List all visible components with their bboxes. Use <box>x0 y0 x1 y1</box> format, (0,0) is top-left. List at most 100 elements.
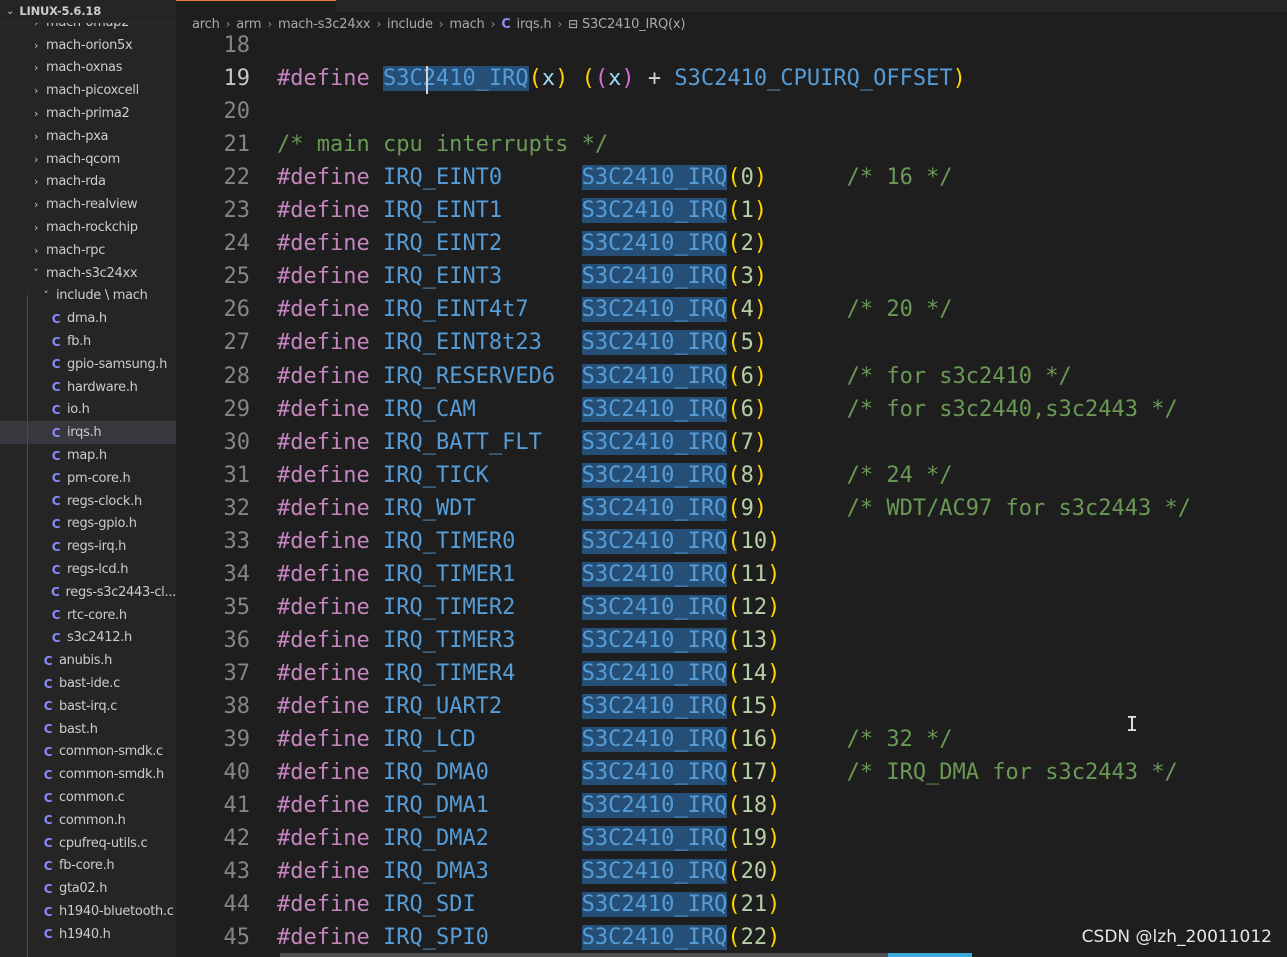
chevron-down-icon: ˅ <box>43 289 49 303</box>
keyword-define: #define <box>277 363 383 389</box>
folder-item[interactable]: › mach-realview <box>0 193 176 216</box>
code-line[interactable]: 31 #define IRQ_TICK S3C2410_IRQ(8) /* 24 … <box>176 459 1287 492</box>
tree-item-label: gpio-samsung.h <box>67 356 168 372</box>
c-file-icon: C <box>51 425 61 440</box>
code-line[interactable]: 42 #define IRQ_DMA2 S3C2410_IRQ(19) <box>176 822 1287 855</box>
folder-item[interactable]: › mach-qcom <box>0 148 176 171</box>
tab-irqs-h[interactable] <box>176 0 336 12</box>
tree-item-label: mach-pxa <box>46 128 109 144</box>
line-number: 20 <box>223 99 251 125</box>
tree-item-label: hardware.h <box>67 379 138 395</box>
irq-number: 1 <box>740 198 754 224</box>
bracket: ) <box>753 429 768 455</box>
line-number: 28 <box>223 363 251 389</box>
code-line[interactable]: 40 #define IRQ_DMA0 S3C2410_IRQ(17) /* IR… <box>176 756 1287 789</box>
code-line[interactable]: 33 #define IRQ_TIMER0 S3C2410_IRQ(10) <box>176 525 1287 558</box>
line-source: #define IRQ_TIMER4 S3C2410_IRQ(14) <box>277 657 780 690</box>
code-line[interactable]: 20 <box>176 95 1287 128</box>
code-line[interactable]: 22 #define IRQ_EINT0 S3C2410_IRQ(0) /* 16… <box>176 161 1287 194</box>
keyword-define: #define <box>277 231 383 257</box>
explorer-root-header[interactable]: ⌄ LINUX-5.6.18 <box>0 0 176 23</box>
tree-item-label: include \ mach <box>56 288 148 304</box>
c-file-icon: C <box>51 334 61 349</box>
chevron-right-icon: › <box>33 152 39 166</box>
bracket: ) <box>753 231 768 257</box>
line-number: 44 <box>223 892 251 918</box>
c-file-icon: C <box>43 881 53 896</box>
line-source: #define IRQ_EINT3 S3C2410_IRQ(3) <box>277 260 767 293</box>
folder-item[interactable]: › mach-pxa <box>0 125 176 148</box>
bracket: ) <box>767 561 781 587</box>
bracket: ) <box>753 330 768 356</box>
keyword-define: #define <box>277 528 383 554</box>
tree-item-label: bast.h <box>59 721 98 737</box>
chevron-right-icon: › <box>33 61 39 75</box>
folder-item[interactable]: › mach-rockchip <box>0 216 176 239</box>
line-source: #define IRQ_EINT2 S3C2410_IRQ(2) <box>277 227 767 260</box>
line-source: #define IRQ_TIMER0 S3C2410_IRQ(10) <box>277 525 780 558</box>
irq-number: 20 <box>740 859 768 885</box>
code-line[interactable]: 18 <box>176 29 1287 62</box>
folder-item[interactable]: › mach-prima2 <box>0 102 176 125</box>
macro-ref: S3C2410_IRQ <box>581 561 728 587</box>
code-line[interactable]: 37 #define IRQ_TIMER4 S3C2410_IRQ(14) <box>176 657 1287 690</box>
folder-item[interactable]: ˅ mach-s3c24xx <box>0 262 176 285</box>
folder-item[interactable]: › mach-rpc <box>0 239 176 262</box>
irq-number: 11 <box>740 561 768 587</box>
code-line[interactable]: 41 #define IRQ_DMA1 S3C2410_IRQ(18) <box>176 789 1287 822</box>
code-line[interactable]: 27 #define IRQ_EINT8t23 S3C2410_IRQ(5) <box>176 326 1287 359</box>
code-line[interactable]: 24 #define IRQ_EINT2 S3C2410_IRQ(2) <box>176 227 1287 260</box>
irq-name: IRQ_TIMER1 <box>382 561 582 587</box>
code-line[interactable]: 32 #define IRQ_WDT S3C2410_IRQ(9) /* WDT/… <box>176 492 1287 525</box>
bracket: ) <box>767 859 781 885</box>
code-line[interactable]: 39 #define IRQ_LCD S3C2410_IRQ(16) /* 32 … <box>176 723 1287 756</box>
code-line[interactable]: 36 #define IRQ_TIMER3 S3C2410_IRQ(13) <box>176 624 1287 657</box>
irq-number: 12 <box>740 594 768 620</box>
code-line[interactable]: 30 #define IRQ_BATT_FLT S3C2410_IRQ(7) <box>176 426 1287 459</box>
macro-ref: S3C2410_IRQ <box>581 694 728 719</box>
code-line[interactable]: 29 #define IRQ_CAM S3C2410_IRQ(6) /* for … <box>176 393 1287 426</box>
irq-number: 3 <box>740 264 754 290</box>
bracket: ) <box>767 826 781 852</box>
line-number: 42 <box>223 826 251 852</box>
code-line[interactable]: 43 #define IRQ_DMA3 S3C2410_IRQ(20) <box>176 855 1287 888</box>
code-line[interactable]: 28 #define IRQ_RESERVED6 S3C2410_IRQ(6) /… <box>176 360 1287 393</box>
c-file-icon: C <box>43 904 53 919</box>
irq-name: IRQ_EINT0 <box>382 165 582 191</box>
folder-item[interactable]: › mach-rda <box>0 171 176 194</box>
irq-number: 0 <box>740 165 754 191</box>
horizontal-scrollbar[interactable] <box>280 953 972 957</box>
code-line[interactable]: 23 #define IRQ_EINT1 S3C2410_IRQ(1) <box>176 194 1287 227</box>
tree-item-label: dma.h <box>67 311 107 327</box>
code-line[interactable]: 21 /* main cpu interrupts */ <box>176 128 1287 161</box>
code-line[interactable]: 25 #define IRQ_EINT3 S3C2410_IRQ(3) <box>176 260 1287 293</box>
tree-item-label: regs-gpio.h <box>67 516 137 532</box>
folder-item[interactable]: › mach-orion5x <box>0 34 176 57</box>
bracket: ) <box>767 660 781 686</box>
line-source: #define IRQ_SDI S3C2410_IRQ(21) <box>277 888 780 921</box>
c-file-icon: C <box>51 402 61 417</box>
code-line[interactable]: 26 #define IRQ_EINT4t7 S3C2410_IRQ(4) /* … <box>176 293 1287 326</box>
c-file-icon: C <box>43 836 53 851</box>
code-line[interactable]: 19 #define S3C2410_IRQ(x) ((x) + S3C2410_… <box>176 62 1287 95</box>
scrollbar-thumb[interactable] <box>888 953 972 957</box>
code-comment: /* 32 */ <box>846 727 953 753</box>
tree-item-label: mach-picoxcell <box>46 83 139 99</box>
code-comment: /* 24 */ <box>846 462 953 488</box>
code-line[interactable]: 34 #define IRQ_TIMER1 S3C2410_IRQ(11) <box>176 558 1287 591</box>
folder-item[interactable]: › mach-oxnas <box>0 57 176 80</box>
line-number: 29 <box>223 396 251 422</box>
macro-param: x <box>541 66 556 92</box>
irq-number: 10 <box>740 528 768 554</box>
code-editor[interactable]: 18 19 #define S3C2410_IRQ(x) ((x) + S3C241… <box>176 29 1287 957</box>
macro-ref: S3C2410_CPUIRQ_OFFSET <box>674 66 953 92</box>
code-line[interactable]: 35 #define IRQ_TIMER2 S3C2410_IRQ(12) <box>176 591 1287 624</box>
folder-item[interactable]: › mach-picoxcell <box>0 79 176 102</box>
c-file-icon: C <box>51 380 61 395</box>
bracket: ( <box>727 594 741 620</box>
keyword-define: #define <box>277 198 383 224</box>
code-line[interactable]: 44 #define IRQ_SDI S3C2410_IRQ(21) <box>176 888 1287 921</box>
bracket: ( <box>727 627 741 653</box>
code-line[interactable]: 38 #define IRQ_UART2 S3C2410_IRQ(15) <box>176 690 1287 723</box>
